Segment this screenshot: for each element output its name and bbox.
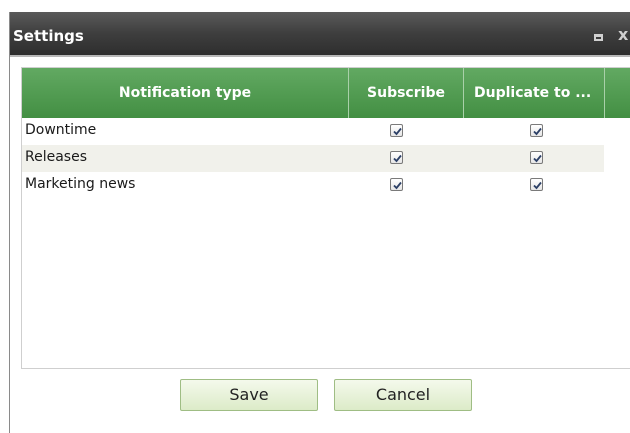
- duplicate-checkbox[interactable]: [530, 178, 543, 191]
- row-label-releases: Releases: [25, 149, 87, 165]
- subscribe-checkbox[interactable]: [390, 178, 403, 191]
- close-icon[interactable]: x: [618, 25, 628, 44]
- settings-dialog: Settings x Notification type Subscribe D…: [9, 12, 630, 433]
- dialog-titlebar[interactable]: Settings x: [10, 12, 630, 57]
- column-header-duplicate-to[interactable]: Duplicate to ...: [464, 68, 605, 118]
- table-row[interactable]: Downtime: [22, 118, 604, 145]
- duplicate-checkbox[interactable]: [530, 151, 543, 164]
- maximize-icon[interactable]: [594, 34, 603, 41]
- cancel-button[interactable]: Cancel: [334, 379, 472, 411]
- grid-header: Notification type Subscribe Duplicate to…: [22, 68, 630, 118]
- column-header-notification-type[interactable]: Notification type: [22, 68, 349, 118]
- duplicate-checkbox[interactable]: [530, 124, 543, 137]
- row-label-marketing-news: Marketing news: [25, 176, 136, 192]
- dialog-title: Settings: [13, 27, 84, 45]
- column-header-subscribe[interactable]: Subscribe: [349, 68, 464, 118]
- notification-grid: Notification type Subscribe Duplicate to…: [21, 67, 630, 369]
- table-row[interactable]: Releases: [22, 145, 604, 172]
- row-label-downtime: Downtime: [25, 122, 97, 138]
- subscribe-checkbox[interactable]: [390, 124, 403, 137]
- table-row[interactable]: Marketing news: [22, 172, 604, 199]
- subscribe-checkbox[interactable]: [390, 151, 403, 164]
- save-button[interactable]: Save: [180, 379, 318, 411]
- dialog-content: Notification type Subscribe Duplicate to…: [10, 57, 630, 433]
- column-header-extra: [605, 68, 630, 118]
